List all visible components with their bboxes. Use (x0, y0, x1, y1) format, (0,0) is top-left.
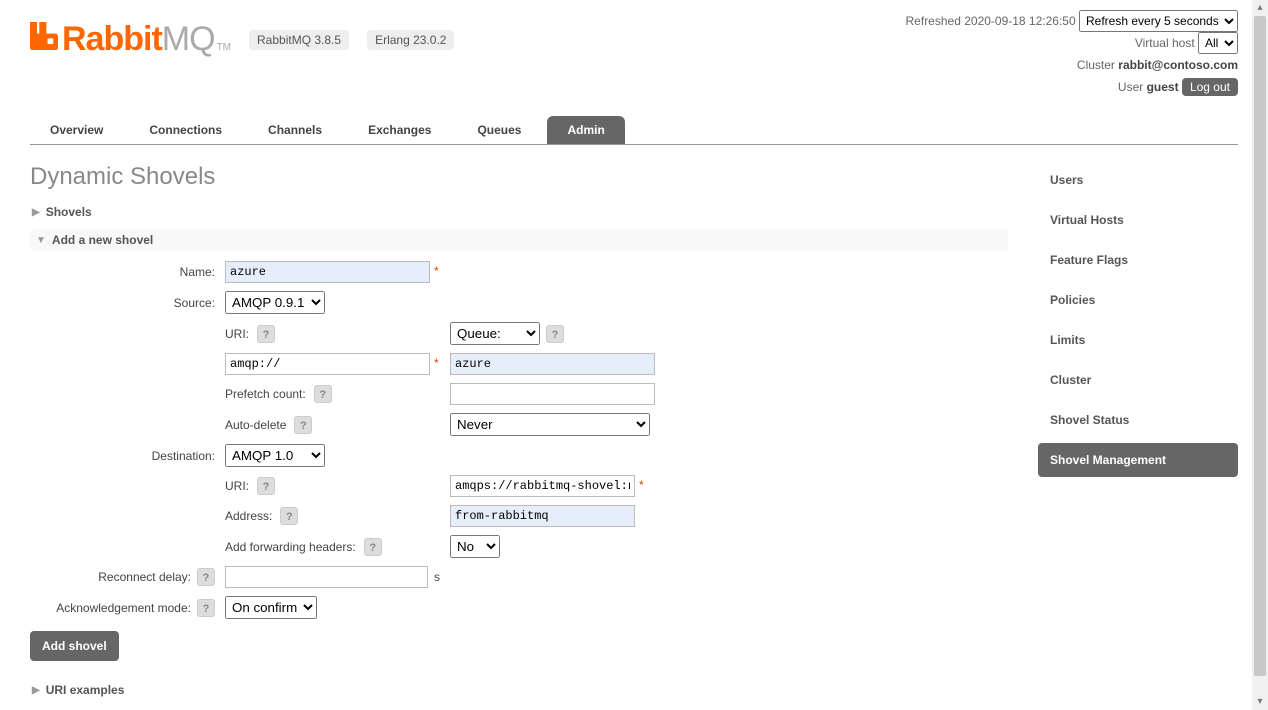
source-label: Source: (30, 296, 215, 310)
source-uri-input[interactable] (225, 353, 430, 375)
tab-connections[interactable]: Connections (129, 116, 242, 144)
sidebar-item-feature-flags[interactable]: Feature Flags (1038, 243, 1238, 277)
sidebar-item-limits[interactable]: Limits (1038, 323, 1238, 357)
reconnect-label: Reconnect delay: (98, 570, 191, 584)
help-icon[interactable]: ? (257, 325, 275, 343)
fwd-headers-label: Add forwarding headers: (225, 540, 356, 554)
tab-overview[interactable]: Overview (30, 116, 123, 144)
autodelete-select[interactable]: Never (450, 413, 650, 436)
help-icon[interactable]: ? (257, 477, 275, 495)
rmq-version-badge: RabbitMQ 3.8.5 (249, 30, 349, 50)
prefetch-input[interactable] (450, 383, 655, 405)
cluster-label: Cluster (1077, 58, 1115, 72)
erlang-version-badge: Erlang 23.0.2 (367, 30, 454, 50)
fwd-headers-select[interactable]: No (450, 535, 500, 558)
logout-button[interactable]: Log out (1182, 78, 1238, 96)
required-icon: * (434, 356, 439, 370)
help-icon[interactable]: ? (197, 599, 215, 617)
sidebar-item-shovel-status[interactable]: Shovel Status (1038, 403, 1238, 437)
user-value: guest (1147, 80, 1179, 94)
add-shovel-button[interactable]: Add shovel (30, 631, 119, 661)
scroll-up-icon[interactable]: ▴ (1252, 0, 1268, 16)
prefetch-label: Prefetch count: (225, 387, 306, 401)
vhost-label: Virtual host (1135, 36, 1195, 50)
ack-label: Acknowledgement mode: (56, 601, 191, 615)
logo-area: RabbitMQ TM RabbitMQ 3.8.5 Erlang 23.0.2 (30, 10, 454, 59)
page-title: Dynamic Shovels (30, 163, 1008, 191)
section-add-shovel-label: Add a new shovel (52, 233, 153, 247)
required-icon: * (434, 264, 439, 278)
help-icon[interactable]: ? (197, 568, 215, 586)
tab-channels[interactable]: Channels (248, 116, 342, 144)
autodelete-label: Auto-delete (225, 418, 286, 432)
sidebar-item-vhosts[interactable]: Virtual Hosts (1038, 203, 1238, 237)
refresh-interval-select[interactable]: Refresh every 5 seconds (1079, 10, 1238, 32)
tab-exchanges[interactable]: Exchanges (348, 116, 451, 144)
help-icon[interactable]: ? (314, 385, 332, 403)
dest-uri-input[interactable] (450, 475, 635, 497)
chevron-down-icon: ▼ (36, 235, 46, 246)
address-input[interactable] (450, 505, 635, 527)
section-uri-examples[interactable]: ▶ URI examples (30, 679, 1008, 701)
scroll-thumb[interactable] (1254, 16, 1266, 676)
rabbitmq-icon (30, 22, 58, 50)
section-shovels[interactable]: ▶ Shovels (30, 201, 1008, 223)
name-input[interactable] (225, 261, 430, 283)
cluster-value: rabbit@contoso.com (1118, 58, 1238, 72)
logo-tm: TM (217, 42, 231, 53)
source-type-select[interactable]: Queue: (450, 322, 540, 345)
name-label: Name: (30, 265, 215, 279)
help-icon[interactable]: ? (546, 325, 564, 343)
section-add-shovel[interactable]: ▼ Add a new shovel (30, 229, 1008, 251)
sidebar-item-policies[interactable]: Policies (1038, 283, 1238, 317)
dest-uri-label: URI: (225, 479, 249, 493)
help-icon[interactable]: ? (280, 507, 298, 525)
required-icon: * (639, 478, 644, 492)
tab-queues[interactable]: Queues (457, 116, 541, 144)
logo-text: RabbitMQ (62, 20, 215, 59)
chevron-right-icon: ▶ (32, 685, 40, 696)
refreshed-label: Refreshed 2020-09-18 12:26:50 (906, 14, 1076, 28)
section-uri-examples-label: URI examples (46, 683, 125, 697)
tab-admin[interactable]: Admin (547, 116, 624, 144)
section-shovels-label: Shovels (46, 205, 92, 219)
status-block: Refreshed 2020-09-18 12:26:50 Refresh ev… (906, 10, 1238, 98)
admin-sidebar: Users Virtual Hosts Feature Flags Polici… (1038, 163, 1238, 483)
scroll-down-icon[interactable]: ▾ (1252, 694, 1268, 710)
reconnect-suffix: s (434, 570, 440, 584)
ack-mode-select[interactable]: On confirm (225, 596, 317, 619)
user-label: User (1118, 80, 1143, 94)
chevron-right-icon: ▶ (32, 207, 40, 218)
source-protocol-select[interactable]: AMQP 0.9.1 (225, 291, 325, 314)
reconnect-input[interactable] (225, 566, 428, 588)
sidebar-item-shovel-management[interactable]: Shovel Management (1038, 443, 1238, 477)
dest-label: Destination: (30, 449, 215, 463)
help-icon[interactable]: ? (364, 538, 382, 556)
sidebar-item-cluster[interactable]: Cluster (1038, 363, 1238, 397)
dest-protocol-select[interactable]: AMQP 1.0 (225, 444, 325, 467)
logo: RabbitMQ TM (30, 20, 231, 59)
scrollbar[interactable]: ▴ ▾ (1252, 0, 1268, 710)
vhost-select[interactable]: All (1198, 32, 1238, 54)
shovel-form: Name: * Source: AMQP 0.9.1 URI: ? Queue:… (30, 261, 1008, 619)
source-queue-input[interactable] (450, 353, 655, 375)
address-label: Address: (225, 509, 272, 523)
source-uri-label: URI: (225, 327, 249, 341)
help-icon[interactable]: ? (294, 416, 312, 434)
sidebar-item-users[interactable]: Users (1038, 163, 1238, 197)
nav-tabs: Overview Connections Channels Exchanges … (30, 116, 1238, 145)
